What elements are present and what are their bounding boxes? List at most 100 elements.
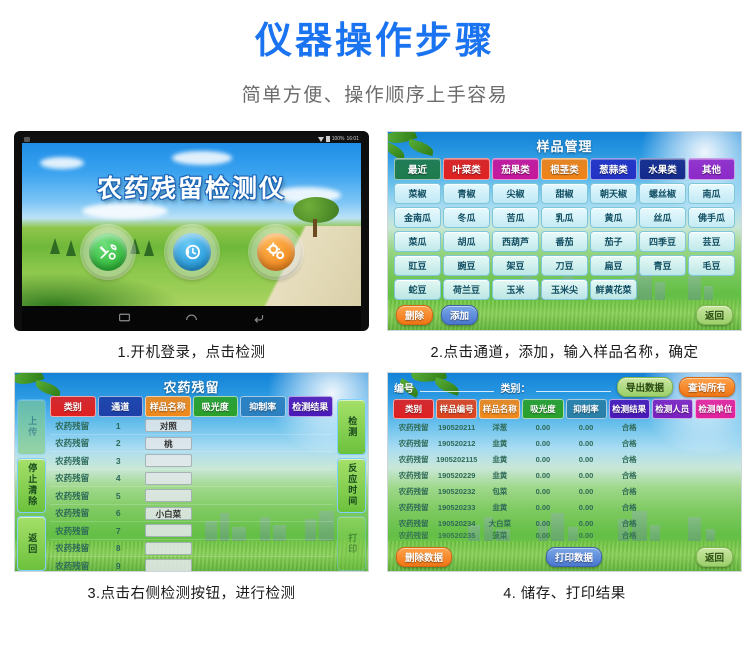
sample-item[interactable]: 刀豆: [541, 255, 588, 277]
sample-item[interactable]: 尖椒: [492, 183, 539, 205]
sample-item[interactable]: 毛豆: [688, 255, 735, 277]
sample-item[interactable]: 青椒: [443, 183, 490, 205]
sample-item[interactable]: 西葫芦: [492, 231, 539, 253]
sample-item[interactable]: 蛇豆: [394, 279, 441, 301]
category-tab-6[interactable]: 其他: [688, 158, 735, 181]
table-row[interactable]: 农药残留 1 对照: [50, 417, 333, 435]
records-screen: 编号 类别： 导出数据 查询所有 类别 样品编号 样品名称 吸光度 抑制率 检测结果 检测人…: [387, 372, 742, 573]
settings-button[interactable]: [250, 227, 301, 278]
recents-icon[interactable]: [118, 310, 131, 328]
table-row[interactable]: 农药残留 190520233 韭黄 0.00 0.00 合格: [388, 499, 741, 515]
sample-item[interactable]: 架豆: [492, 255, 539, 277]
cell-sample[interactable]: 桃: [145, 436, 192, 450]
sample-item[interactable]: 四季豆: [639, 231, 686, 253]
table-row[interactable]: 农药残留 3: [50, 452, 333, 470]
add-button[interactable]: 添加: [441, 305, 479, 326]
cell-inhibition: 0.00: [578, 438, 594, 448]
sample-item[interactable]: 乳瓜: [541, 207, 588, 229]
cell-sample[interactable]: [145, 489, 192, 502]
cell-sample[interactable]: [145, 559, 192, 572]
category-tab-5[interactable]: 水果类: [639, 158, 686, 181]
sample-item[interactable]: 荷兰豆: [443, 279, 490, 301]
sample-item[interactable]: 菜椒: [394, 183, 441, 205]
table-row[interactable]: 农药残留 190520211 洋葱 0.00 0.00 合格: [388, 419, 741, 435]
sample-item[interactable]: 番茄: [541, 231, 588, 253]
cell-absorbance: 0.00: [535, 438, 551, 448]
category-tab-4[interactable]: 葱蒜类: [590, 158, 637, 181]
cloud-shape: [40, 157, 84, 170]
sample-item[interactable]: 玉米尖: [541, 279, 588, 301]
query-all-button[interactable]: 查询所有: [678, 377, 735, 398]
sample-item[interactable]: 豌豆: [443, 255, 490, 277]
back-icon[interactable]: [252, 310, 265, 328]
page-title: 样品管理: [536, 139, 593, 155]
sample-item[interactable]: 苦瓜: [492, 207, 539, 229]
category-tab-1[interactable]: 叶菜类: [443, 158, 490, 181]
category-tab-3[interactable]: 根茎类: [541, 158, 588, 181]
cell-sample[interactable]: [145, 541, 192, 555]
sample-item[interactable]: 菜瓜: [394, 231, 441, 253]
home-icon[interactable]: [185, 310, 198, 328]
category-tab-bar: 最近 叶菜类 茄果类 根茎类 葱蒜类 水果类 其他: [388, 155, 741, 181]
table-row[interactable]: 农药残留 4: [50, 470, 333, 488]
cell-sample[interactable]: [145, 454, 192, 467]
table-row[interactable]: 农药残留 6 小白菜: [50, 505, 333, 523]
table-row[interactable]: 农药残留 7: [50, 522, 333, 540]
cell-sample[interactable]: [145, 471, 192, 485]
delete-button[interactable]: 删除: [396, 305, 434, 326]
column-header: 吸光度: [522, 399, 564, 420]
sample-item[interactable]: 茄子: [590, 231, 637, 253]
category-tab-2[interactable]: 茄果类: [492, 158, 539, 181]
table-row[interactable]: 农药残留 190520232 包菜 0.00 0.00 合格: [388, 483, 741, 499]
print-data-button[interactable]: 打印数据: [546, 547, 603, 568]
sample-item[interactable]: 黄瓜: [590, 207, 637, 229]
left-button-2[interactable]: 返回: [17, 515, 46, 572]
sample-item[interactable]: 豇豆: [394, 255, 441, 277]
back-button[interactable]: 返回: [695, 305, 733, 326]
table-row[interactable]: 农药残留 1905202115 韭黄 0.00 0.00 合格: [388, 451, 741, 467]
sample-item[interactable]: 丝瓜: [639, 207, 686, 229]
tools-button[interactable]: [82, 227, 133, 278]
delete-data-button[interactable]: 删除数据: [396, 547, 453, 568]
category-tab-0[interactable]: 最近: [394, 158, 441, 181]
sample-item[interactable]: 朝天椒: [590, 183, 637, 205]
table-row[interactable]: 农药残留 5: [50, 487, 333, 505]
sample-item[interactable]: 南瓜: [688, 183, 735, 205]
battery-icon: [325, 136, 330, 143]
right-button-1[interactable]: 反应时间: [337, 457, 366, 513]
table-body: 农药残留 190520211 洋葱 0.00 0.00 合格 农药残留 190520212 韭黄…: [388, 419, 741, 541]
cell-sample[interactable]: 对照: [145, 419, 192, 432]
category-input[interactable]: [536, 382, 611, 393]
sample-item[interactable]: 甜椒: [541, 183, 588, 205]
id-input[interactable]: [420, 382, 495, 393]
history-button[interactable]: [166, 227, 217, 278]
sample-item[interactable]: 胡瓜: [443, 231, 490, 253]
export-data-button[interactable]: 导出数据: [616, 377, 673, 398]
table-row[interactable]: 农药残留 190520229 韭黄 0.00 0.00 合格: [388, 467, 741, 483]
sample-item[interactable]: 芸豆: [688, 231, 735, 253]
back-button[interactable]: 返回: [696, 547, 734, 568]
table-row[interactable]: 农药残留 190520212 韭黄 0.00 0.00 合格: [388, 435, 741, 451]
sample-item[interactable]: 金南瓜: [394, 207, 441, 229]
sample-item[interactable]: 青豆: [639, 255, 686, 277]
table-row[interactable]: 农药残留 190520235 菠菜 0.00 0.00 合格: [388, 531, 741, 540]
column-header: 检测结果: [287, 396, 333, 418]
sample-item[interactable]: 扁豆: [590, 255, 637, 277]
table-row[interactable]: 农药残留 9: [50, 557, 333, 572]
cell-sample[interactable]: 小白菜: [145, 506, 192, 520]
sample-item[interactable]: 玉米: [492, 279, 539, 301]
cell-sample[interactable]: [145, 524, 192, 537]
left-button-1[interactable]: 停止清除: [17, 457, 46, 513]
table-row[interactable]: 农药残留 2 桃: [50, 435, 333, 453]
sample-item[interactable]: 佛手瓜: [688, 207, 735, 229]
step-3-panel: 农药残留 上传 停止清除 返回 类别 通道 样品名称 吸光度 抑制率 检测结果 农药残留 1 对照…: [14, 372, 369, 609]
table-row[interactable]: 农药残留 190520234 大白菜 0.00 0.00 合格: [388, 515, 741, 531]
column-header: 样品编号: [436, 399, 478, 420]
table-row[interactable]: 农药残留 8: [50, 540, 333, 558]
sample-item[interactable]: 鲜黄花菜: [590, 279, 637, 301]
right-button-0[interactable]: 检测: [337, 399, 366, 455]
tools-icon: [88, 233, 127, 272]
column-header: 抑制率: [240, 396, 286, 418]
sample-item[interactable]: 螺丝椒: [639, 183, 686, 205]
sample-item[interactable]: 冬瓜: [443, 207, 490, 229]
